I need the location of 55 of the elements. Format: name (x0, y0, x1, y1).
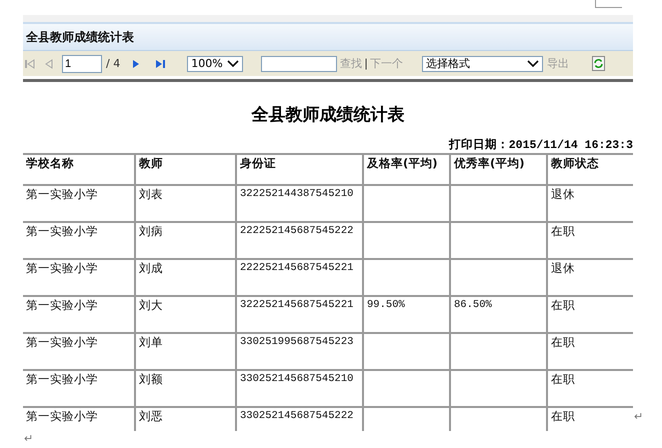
column-header: 学校名称 (23, 155, 136, 186)
table-cell: 第一实验小学 (23, 223, 136, 260)
table-cell: 222252145687545222 (237, 223, 364, 260)
page-corner-mark (595, 0, 622, 8)
table-cell: 330251995687545223 (237, 334, 364, 371)
column-header: 身份证 (237, 155, 364, 186)
table-cell: 刘单 (136, 334, 237, 371)
table-cell: 99.50% (364, 297, 451, 334)
table-cell: 刘表 (136, 186, 237, 223)
print-date: 打印日期：2015/11/14 16:23:3 (448, 137, 633, 152)
separator: | (364, 57, 368, 70)
table-cell: 刘恶 (136, 408, 237, 431)
table-cell: 第一实验小学 (23, 334, 136, 371)
paragraph-mark: ↵ (634, 410, 644, 423)
previous-page-icon (43, 58, 55, 70)
last-page-icon (154, 58, 166, 70)
first-page-icon (24, 58, 36, 70)
table-cell: 刘成 (136, 260, 237, 297)
viewer-title: 全县教师成绩统计表 (26, 28, 134, 46)
report-title: 全县教师成绩统计表 (250, 104, 406, 127)
table-cell: 86.50% (451, 297, 548, 334)
table-cell: 第一实验小学 (23, 186, 136, 223)
page-total: / 4 (106, 57, 120, 70)
table-cell: 第一实验小学 (23, 408, 136, 431)
caret-icon (526, 60, 539, 68)
table-cell: 刘病 (136, 223, 237, 260)
table-cell: 在职 (548, 297, 633, 334)
column-header: 及格率(平均) (364, 155, 451, 186)
table-cell: 222252145687545221 (237, 260, 364, 297)
refresh-icon[interactable] (592, 56, 605, 71)
caret-icon (227, 60, 240, 68)
table-cell: 退休 (548, 260, 633, 297)
table-cell: 在职 (548, 334, 633, 371)
format-select[interactable]: 选择格式 (422, 56, 543, 72)
table-cell: 在职 (548, 223, 633, 260)
table-cell: 322252144387545210 (237, 186, 364, 223)
table-cell: 330252145687545222 (237, 408, 364, 431)
table-cell: 第一实验小学 (23, 260, 136, 297)
find-field[interactable] (261, 56, 338, 72)
column-header: 优秀率(平均) (451, 155, 548, 186)
table-cell: 第一实验小学 (23, 371, 136, 408)
paragraph-mark: ↵ (24, 432, 34, 445)
table-cell: 322252145687545221 (237, 297, 364, 334)
page-number-field[interactable]: 1 (62, 54, 102, 72)
column-header: 教师 (136, 155, 237, 186)
table-cell: 第一实验小学 (23, 297, 136, 334)
column-header: 教师状态 (548, 155, 633, 186)
table-cell: 刘额 (136, 371, 237, 408)
table-cell: 330252145687545210 (237, 371, 364, 408)
table-cell: 退休 (548, 186, 633, 223)
table-cell: 在职 (548, 371, 633, 408)
last-page-button[interactable] (154, 58, 166, 70)
zoom-select[interactable]: 100% (187, 56, 244, 72)
table-cell: 在职 (548, 408, 633, 431)
table-cell: 刘大 (136, 297, 237, 334)
